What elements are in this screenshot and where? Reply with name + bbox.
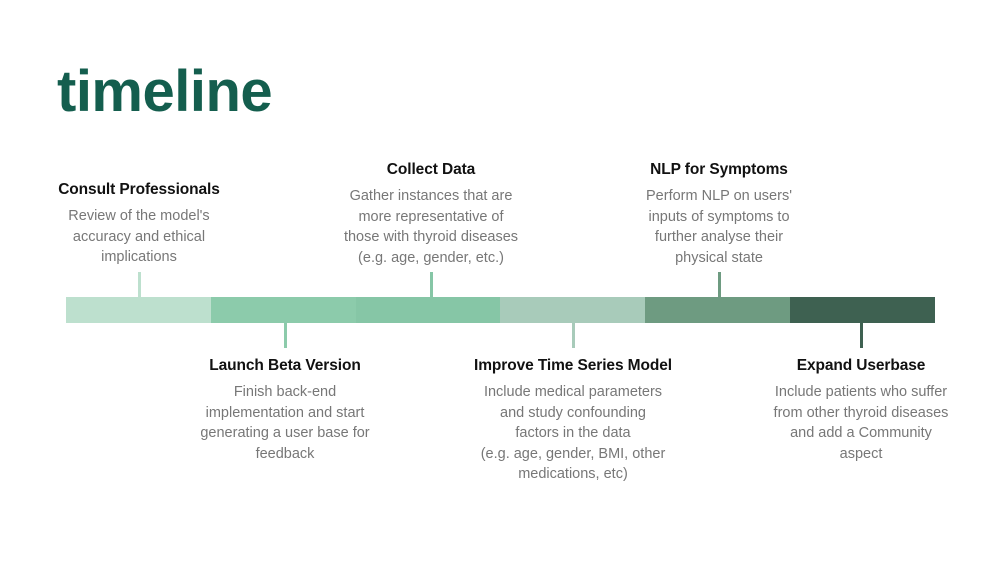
milestone-collect-data: Collect Data Gather instances that are mor… <box>281 160 581 268</box>
timeline-tick-collect-data <box>430 272 433 298</box>
milestone-description-line: implications <box>101 249 177 265</box>
milestone-description-line: those with thyroid diseases <box>343 229 519 245</box>
milestone-improve-time-series-model: Improve Time Series Model Include medical… <box>423 356 723 485</box>
milestone-description-line: feedback <box>255 445 315 462</box>
timeline-bar-segment-6 <box>790 297 935 323</box>
milestone-description-line: medications, etc) <box>518 466 628 482</box>
timeline-bar-segment-3 <box>355 297 501 323</box>
timeline-bar-segment-1 <box>66 297 211 323</box>
milestone-description-line: more representative of <box>358 208 504 225</box>
milestone-description: Include patients who suffer from other th… <box>711 382 1000 464</box>
milestone-description-line: further analyse their <box>654 229 784 245</box>
timeline-bar-segment-4 <box>500 297 646 323</box>
timeline-bar-segment-5 <box>645 297 791 323</box>
timeline-tick-launch-beta-version <box>284 322 287 348</box>
milestone-description-line: implementation and start <box>205 404 365 421</box>
timeline-tick-consult-professionals <box>138 272 141 298</box>
milestone-description-line: inputs of symptoms to <box>648 208 790 225</box>
timeline-tick-improve-time-series-model <box>572 322 575 348</box>
milestone-expand-userbase: Expand Userbase Include patients who suff… <box>711 356 1000 464</box>
milestone-title: Launch Beta Version <box>209 357 361 374</box>
page-title: timeline <box>57 59 273 124</box>
milestone-description-line: Perform NLP on users' <box>646 188 792 204</box>
milestone-description-line: factors in the data <box>515 425 631 441</box>
milestone-description-line: Include patients who suffer <box>774 384 948 400</box>
milestone-launch-beta-version: Launch Beta Version Finish back-end implem… <box>135 356 435 464</box>
milestone-description-line: from other thyroid diseases <box>773 404 949 421</box>
milestone-description-line: Finish back-end <box>233 384 337 400</box>
milestone-title: Improve Time Series Model <box>474 357 672 374</box>
timeline-bar-segment-2 <box>210 297 356 323</box>
milestone-description-line: (e.g. age, gender, etc.) <box>358 249 504 266</box>
milestone-description-line: accuracy and ethical <box>72 228 206 245</box>
milestone-description-line: (e.g. age, gender, BMI, other <box>480 445 666 462</box>
timeline-slide: timeline Consult Professionals Review of … <box>0 0 1000 565</box>
milestone-description: Include medical parameters and study conf… <box>423 382 723 485</box>
milestone-description: Gather instances that are more representa… <box>281 186 581 268</box>
milestone-description-line: physical state <box>675 249 763 266</box>
milestone-title: Expand Userbase <box>796 357 926 374</box>
milestone-consult-professionals: Consult Professionals Review of the model… <box>0 180 289 268</box>
milestone-description: Review of the model's accuracy and ethica… <box>0 206 289 268</box>
timeline-tick-nlp-for-symptoms <box>718 272 721 298</box>
milestone-description: Finish back-end implementation and start g… <box>135 382 435 464</box>
milestone-description-line: generating a user base for <box>200 425 370 441</box>
milestone-description-line: aspect <box>839 445 883 462</box>
milestone-description-line: and add a Community <box>790 425 932 441</box>
milestone-title: Collect Data <box>386 161 476 178</box>
milestone-description-line: Include medical parameters <box>483 384 663 400</box>
milestone-description: Perform NLP on users' inputs of symptoms … <box>569 186 869 268</box>
milestone-description-line: and study confounding <box>500 404 646 421</box>
milestone-nlp-for-symptoms: NLP for Symptoms Perform NLP on users' inp… <box>569 160 869 268</box>
milestone-description-line: Gather instances that are <box>349 188 513 204</box>
milestone-title: Consult Professionals <box>58 181 220 198</box>
timeline-bar <box>66 297 935 323</box>
milestone-description-line: Review of the model's <box>68 208 210 224</box>
milestone-title: NLP for Symptoms <box>650 161 788 178</box>
timeline-tick-expand-userbase <box>860 322 863 348</box>
